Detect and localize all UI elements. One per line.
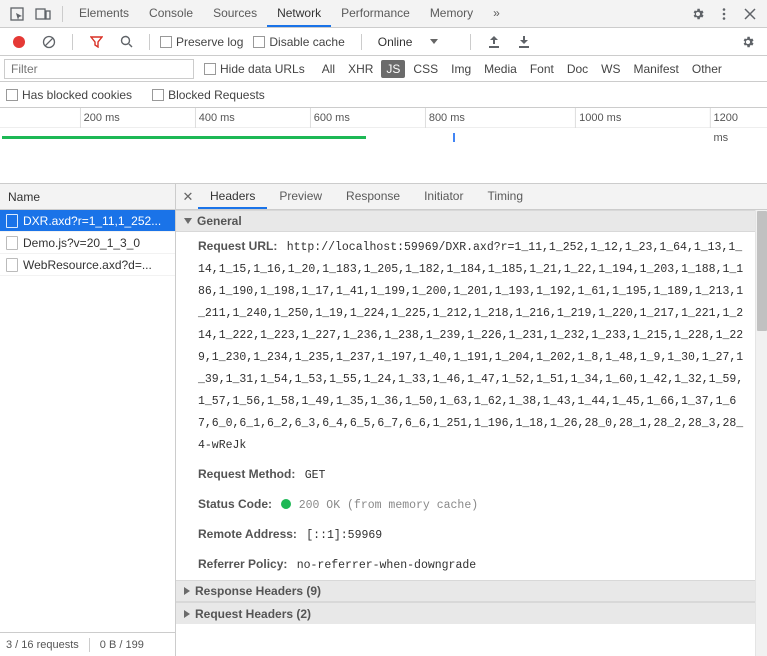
detail-panel: ✕ HeadersPreviewResponseInitiatorTiming … xyxy=(176,184,767,656)
request-count: 3 / 16 requests xyxy=(6,633,79,656)
request-row[interactable]: Demo.js?v=20_1_3_0 xyxy=(0,232,175,254)
section-response-headers[interactable]: Response Headers (9) xyxy=(176,580,755,602)
status-code-value: 200 OK (from memory cache) xyxy=(299,499,478,512)
request-row[interactable]: DXR.axd?r=1_11,1_252... xyxy=(0,210,175,232)
section-general[interactable]: General xyxy=(176,210,755,232)
scrollbar[interactable] xyxy=(755,210,767,656)
timeline-tick: 1200 ms xyxy=(709,108,747,128)
section-request-headers[interactable]: Request Headers (2) xyxy=(176,602,755,624)
kebab-icon[interactable] xyxy=(714,4,734,24)
tab-memory[interactable]: Memory xyxy=(420,0,483,27)
chevron-down-icon xyxy=(430,39,438,44)
detail-tab-preview[interactable]: Preview xyxy=(267,184,334,209)
detail-tab-timing[interactable]: Timing xyxy=(475,184,535,209)
blocked-cookies-checkbox[interactable]: Has blocked cookies xyxy=(6,88,132,102)
status-bar: 3 / 16 requests 0 B / 199 xyxy=(0,632,175,656)
close-detail-icon[interactable]: ✕ xyxy=(178,189,198,205)
network-toolbar: Preserve log Disable cache Online xyxy=(0,28,767,56)
disable-cache-checkbox[interactable]: Disable cache xyxy=(253,35,344,49)
blocked-requests-checkbox[interactable]: Blocked Requests xyxy=(152,88,265,102)
name-column-header[interactable]: Name xyxy=(0,184,175,210)
timeline-bar xyxy=(2,136,366,139)
request-method-label: Request Method: xyxy=(198,467,295,481)
filter-type-font[interactable]: Font xyxy=(525,60,559,78)
request-name: WebResource.axd?d=... xyxy=(23,258,152,272)
tab-console[interactable]: Console xyxy=(139,0,203,27)
request-name: DXR.axd?r=1_11,1_252... xyxy=(23,214,161,228)
upload-har-icon[interactable] xyxy=(484,32,504,52)
download-har-icon[interactable] xyxy=(514,32,534,52)
timeline[interactable]: 200 ms 400 ms 600 ms 800 ms 1000 ms 1200 ms xyxy=(0,108,767,184)
detail-tab-initiator[interactable]: Initiator xyxy=(412,184,475,209)
timeline-tick: 1000 ms xyxy=(575,108,621,128)
detail-tab-headers[interactable]: Headers xyxy=(198,184,267,209)
request-row[interactable]: WebResource.axd?d=... xyxy=(0,254,175,276)
filter-icon[interactable] xyxy=(86,32,106,52)
file-icon xyxy=(6,214,18,228)
referrer-policy-label: Referrer Policy: xyxy=(198,557,287,571)
file-icon xyxy=(6,236,18,250)
chevron-right-icon xyxy=(184,587,190,595)
file-icon xyxy=(6,258,18,272)
transfer-size: 0 B / 199 xyxy=(100,633,144,656)
tab-network[interactable]: Network xyxy=(267,0,331,27)
status-ok-icon xyxy=(281,499,291,509)
filter-type-media[interactable]: Media xyxy=(479,60,522,78)
chevron-down-icon xyxy=(184,218,192,224)
request-url-value: http://localhost:59969/DXR.axd?r=1_11,1_… xyxy=(198,241,743,452)
detail-body: General Request URL: http://localhost:59… xyxy=(176,210,755,656)
filter-type-manifest[interactable]: Manifest xyxy=(629,60,684,78)
close-icon[interactable] xyxy=(740,4,760,24)
filter-type-xhr[interactable]: XHR xyxy=(343,60,378,78)
record-icon[interactable] xyxy=(9,32,29,52)
detail-tab-response[interactable]: Response xyxy=(334,184,412,209)
device-toggle-icon[interactable] xyxy=(33,4,53,24)
timeline-tick: 400 ms xyxy=(195,108,235,128)
tab-elements[interactable]: Elements xyxy=(69,0,139,27)
throttling-select[interactable]: Online xyxy=(372,33,451,51)
timeline-dom-marker xyxy=(453,133,455,142)
more-tabs-icon[interactable]: » xyxy=(483,0,510,27)
filter-type-js[interactable]: JS xyxy=(381,60,405,78)
search-icon[interactable] xyxy=(116,32,136,52)
filter-input[interactable] xyxy=(4,59,194,79)
request-url-label: Request URL: xyxy=(198,239,277,253)
tab-performance[interactable]: Performance xyxy=(331,0,420,27)
filter-bar-2: Has blocked cookies Blocked Requests xyxy=(0,82,767,108)
tab-sources[interactable]: Sources xyxy=(203,0,267,27)
filter-type-doc[interactable]: Doc xyxy=(562,60,593,78)
inspect-icon[interactable] xyxy=(7,4,27,24)
network-settings-icon[interactable] xyxy=(738,32,758,52)
request-name: Demo.js?v=20_1_3_0 xyxy=(23,236,140,250)
request-method-value: GET xyxy=(305,469,326,482)
request-list-panel: Name DXR.axd?r=1_11,1_252... Demo.js?v=20… xyxy=(0,184,176,656)
clear-icon[interactable] xyxy=(39,32,59,52)
hide-data-urls-checkbox[interactable]: Hide data URLs xyxy=(204,62,305,76)
remote-address-label: Remote Address: xyxy=(198,527,297,541)
referrer-policy-value: no-referrer-when-downgrade xyxy=(297,559,476,572)
preserve-log-checkbox[interactable]: Preserve log xyxy=(160,35,243,49)
chevron-right-icon xyxy=(184,610,190,618)
remote-address-value: [::1]:59969 xyxy=(306,529,382,542)
filter-type-css[interactable]: CSS xyxy=(408,60,443,78)
timeline-tick: 800 ms xyxy=(425,108,465,128)
gear-icon[interactable] xyxy=(688,4,708,24)
status-code-label: Status Code: xyxy=(198,497,272,511)
main-toolbar: ElementsConsoleSourcesNetworkPerformance… xyxy=(0,0,767,28)
filter-type-ws[interactable]: WS xyxy=(596,60,625,78)
filter-type-img[interactable]: Img xyxy=(446,60,476,78)
filter-type-all[interactable]: All xyxy=(317,60,340,78)
timeline-tick: 200 ms xyxy=(80,108,120,128)
filter-bar: Hide data URLs AllXHRJSCSSImgMediaFontDo… xyxy=(0,56,767,82)
filter-type-other[interactable]: Other xyxy=(687,60,727,78)
timeline-tick: 600 ms xyxy=(310,108,350,128)
